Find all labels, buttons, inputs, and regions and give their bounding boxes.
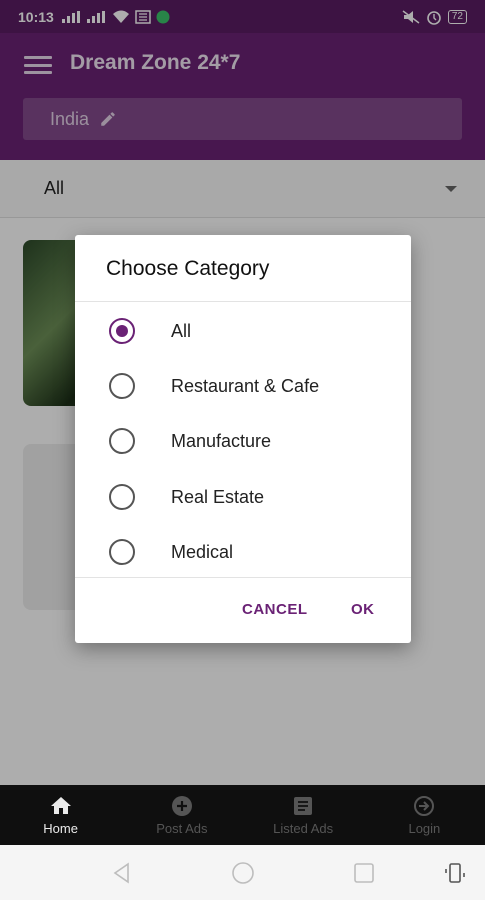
- list-icon: [294, 797, 313, 815]
- nav-label: Listed Ads: [273, 821, 334, 836]
- back-icon[interactable]: [110, 861, 134, 885]
- nav-post-ads[interactable]: Post Ads: [121, 785, 242, 845]
- nav-home[interactable]: Home: [0, 785, 121, 845]
- category-option-restaurant-cafe[interactable]: Restaurant & Cafe: [75, 361, 411, 411]
- add-circle-icon: [171, 796, 192, 816]
- nav-label: Post Ads: [156, 821, 208, 836]
- radio-unselected-icon[interactable]: [109, 539, 135, 565]
- option-label: Real Estate: [171, 486, 265, 507]
- category-option-manufacture[interactable]: Manufacture: [75, 416, 411, 466]
- option-label: Restaurant & Cafe: [171, 375, 320, 396]
- nav-listed-ads[interactable]: Listed Ads: [243, 785, 364, 845]
- choose-category-dialog: Choose Category All Restaurant & Cafe Ma…: [75, 235, 411, 643]
- nav-login[interactable]: Login: [364, 785, 485, 845]
- category-option-medical[interactable]: Medical: [75, 527, 411, 577]
- category-option-all[interactable]: All: [75, 306, 411, 356]
- bottom-navigation: Home Post Ads Listed Ads Login: [0, 785, 485, 845]
- recents-icon[interactable]: [352, 861, 376, 885]
- dialog-title: Choose Category: [106, 257, 270, 280]
- radio-selected-icon[interactable]: [109, 318, 135, 344]
- nav-label: Login: [408, 821, 441, 836]
- home-icon: [50, 797, 71, 814]
- rotate-icon[interactable]: [443, 861, 467, 885]
- radio-unselected-icon[interactable]: [109, 484, 135, 510]
- home-circle-icon[interactable]: [231, 861, 255, 885]
- divider: [75, 301, 411, 302]
- option-label: Manufacture: [171, 430, 272, 451]
- nav-label: Home: [43, 821, 78, 836]
- option-label: Medical: [171, 541, 234, 562]
- login-icon: [414, 796, 435, 816]
- ok-button[interactable]: OK: [351, 601, 375, 618]
- category-option-real-estate[interactable]: Real Estate: [75, 472, 411, 522]
- cancel-button[interactable]: CANCEL: [242, 601, 308, 618]
- divider: [75, 577, 411, 578]
- system-navigation-bar: [0, 845, 485, 900]
- radio-unselected-icon[interactable]: [109, 428, 135, 454]
- radio-unselected-icon[interactable]: [109, 373, 135, 399]
- option-label: All: [171, 320, 192, 341]
